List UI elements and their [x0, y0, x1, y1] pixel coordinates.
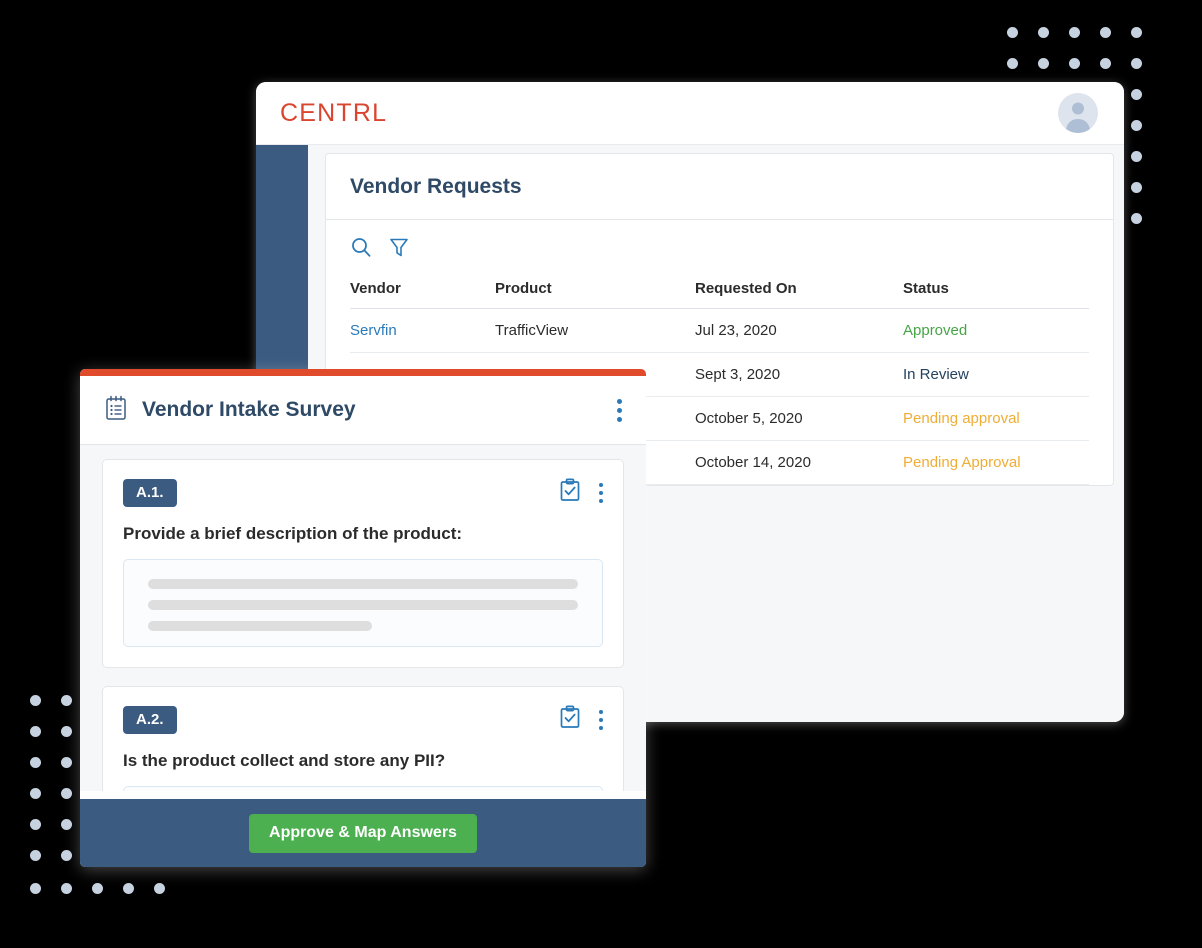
decor-dot: [1131, 120, 1142, 131]
decor-dot: [61, 850, 72, 861]
vendor-link[interactable]: Servfin: [350, 322, 397, 339]
decor-dot: [1007, 27, 1018, 38]
decor-dot: [61, 757, 72, 768]
skeleton-line: [148, 600, 578, 610]
cell-vendor[interactable]: Servfin: [350, 309, 495, 353]
question-text: Is the product collect and store any PII…: [123, 751, 603, 771]
decor-dot: [1131, 89, 1142, 100]
status-badge: In Review: [903, 353, 1089, 397]
decor-dot: [1069, 27, 1080, 38]
clipboard-check-icon[interactable]: [559, 705, 581, 734]
decor-dot: [61, 695, 72, 706]
cell-requested-on: October 14, 2020: [695, 441, 903, 485]
question-top-row: A.2.: [123, 705, 603, 734]
table-row[interactable]: Servfin TrafficViewJul 23, 2020Approved: [350, 309, 1089, 353]
decor-dot: [30, 883, 41, 894]
clipboard-check-icon[interactable]: [559, 478, 581, 507]
survey-kebab-menu-icon[interactable]: [617, 399, 622, 422]
question-top-row: A.1.: [123, 478, 603, 507]
decor-dot: [1131, 27, 1142, 38]
column-header-requested-on[interactable]: Requested On: [695, 272, 903, 309]
question-actions: [559, 478, 603, 507]
question-kebab-menu-icon[interactable]: [599, 710, 603, 730]
decor-dot: [30, 850, 41, 861]
centrl-logo[interactable]: CENTRL: [280, 99, 387, 128]
decor-dot: [1131, 182, 1142, 193]
decor-dot: [1100, 27, 1111, 38]
decor-dot: [154, 883, 165, 894]
skeleton-line: [148, 621, 372, 631]
survey-title: Vendor Intake Survey: [142, 398, 603, 422]
app-topbar: CENTRL: [256, 82, 1124, 145]
question-number-badge: A.1.: [123, 479, 177, 507]
survey-question-list[interactable]: A.1. Provide a brief description of the p…: [80, 445, 646, 791]
decor-dot: [30, 726, 41, 737]
question-kebab-menu-icon[interactable]: [599, 483, 603, 503]
answer-input[interactable]: [123, 559, 603, 647]
cell-requested-on: October 5, 2020: [695, 397, 903, 441]
search-icon[interactable]: [350, 236, 372, 258]
decor-dot: [30, 757, 41, 768]
decor-dot: [30, 788, 41, 799]
decor-dot: [1038, 58, 1049, 69]
approve-and-map-answers-button[interactable]: Approve & Map Answers: [249, 814, 477, 853]
cell-product: TrafficView: [495, 309, 695, 353]
decor-dot: [1069, 58, 1080, 69]
decor-dot: [1131, 58, 1142, 69]
survey-header: Vendor Intake Survey: [80, 376, 646, 445]
question-card: A.1. Provide a brief description of the p…: [102, 459, 624, 668]
decor-dot: [30, 819, 41, 830]
survey-accent-bar: [80, 369, 646, 376]
status-badge: Pending Approval: [903, 441, 1089, 485]
question-number-badge: A.2.: [123, 706, 177, 734]
skeleton-line: [148, 579, 578, 589]
filter-funnel-icon[interactable]: [388, 236, 410, 258]
decor-dot: [1007, 58, 1018, 69]
decor-dot: [61, 788, 72, 799]
column-header-vendor[interactable]: Vendor: [350, 272, 495, 309]
decor-dot: [1131, 213, 1142, 224]
table-toolbar: [326, 220, 1113, 272]
column-header-product[interactable]: Product: [495, 272, 695, 309]
question-card: A.2. Is the product collect and store any…: [102, 686, 624, 791]
answer-input[interactable]: [123, 786, 603, 791]
table-header-row: Vendor Product Requested On Status: [350, 272, 1089, 309]
vendor-intake-survey-modal: Vendor Intake Survey A.1. Provide a brief…: [80, 369, 646, 867]
decor-dot: [30, 695, 41, 706]
notepad-list-icon: [104, 395, 128, 426]
status-badge: Approved: [903, 309, 1089, 353]
panel-title-box: Vendor Requests: [326, 154, 1113, 220]
decor-dot: [61, 726, 72, 737]
survey-footer: Approve & Map Answers: [80, 799, 646, 867]
user-avatar-icon: [1058, 93, 1098, 133]
page-title: Vendor Requests: [350, 175, 1089, 199]
status-badge: Pending approval: [903, 397, 1089, 441]
cell-requested-on: Jul 23, 2020: [695, 309, 903, 353]
decor-dot: [61, 819, 72, 830]
decor-dot: [1038, 27, 1049, 38]
column-header-status[interactable]: Status: [903, 272, 1089, 309]
decor-dot: [1131, 151, 1142, 162]
decor-dot: [1100, 58, 1111, 69]
question-text: Provide a brief description of the produ…: [123, 524, 603, 544]
cell-requested-on: Sept 3, 2020: [695, 353, 903, 397]
decor-dot: [123, 883, 134, 894]
decor-dot: [61, 883, 72, 894]
decor-dot: [92, 883, 103, 894]
question-actions: [559, 705, 603, 734]
avatar[interactable]: [1058, 93, 1098, 133]
